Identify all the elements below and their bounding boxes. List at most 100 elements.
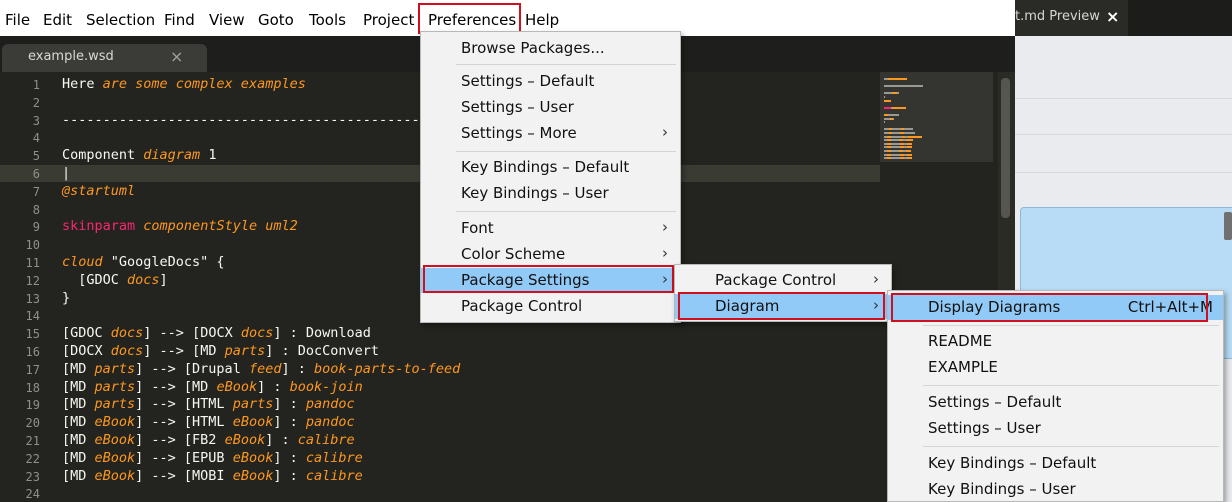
close-icon[interactable]: ×: [1106, 7, 1119, 26]
code-token: calibre: [297, 432, 355, 448]
code-token: parts: [232, 396, 274, 413]
minimap-line: [907, 153, 912, 156]
tab-example-wsd[interactable]: example.wsd ×: [2, 44, 207, 72]
menu-tools[interactable]: Tools: [309, 11, 346, 29]
line-number: 14: [25, 309, 40, 324]
code-line: Here are some complex examples: [62, 76, 306, 92]
close-icon[interactable]: ×: [170, 47, 183, 66]
preview-divider: [1015, 134, 1232, 135]
minimap-line: [892, 106, 906, 109]
code-token: [MD: [62, 396, 95, 413]
code-token: ] --> [DOCX: [143, 325, 241, 342]
preview-divider: [1015, 98, 1232, 99]
menu-file[interactable]: File: [5, 11, 30, 29]
package-settings-highlight-box: [423, 265, 674, 293]
minimap-line: [884, 106, 891, 109]
line-number: 13: [25, 291, 40, 306]
menu-view[interactable]: View: [209, 11, 245, 29]
menu-item-package-control-sub[interactable]: Package Control ›: [675, 268, 891, 293]
code-token: ] :: [281, 360, 314, 377]
menu-selection[interactable]: Selection: [86, 11, 155, 29]
code-token: eBook: [232, 414, 274, 431]
code-token: feed: [248, 360, 282, 377]
line-number: 20: [25, 416, 40, 431]
minimap-line: [908, 135, 922, 138]
menu-separator: [456, 151, 676, 152]
menu-item-settings-default[interactable]: Settings – Default: [421, 69, 680, 94]
minimap-line: [888, 78, 907, 80]
menu-help[interactable]: Help: [525, 11, 559, 29]
code-token: eBook: [232, 449, 274, 466]
menu-find[interactable]: Find: [164, 11, 195, 29]
menu-item-diagram-key-bindings-user[interactable]: Key Bindings – User: [888, 477, 1223, 502]
menu-item-diagram-settings-default[interactable]: Settings – Default: [888, 390, 1223, 415]
code-token: ] --> [FB2: [135, 432, 225, 448]
line-number: 22: [25, 451, 40, 466]
menu-item-browse-packages[interactable]: Browse Packages...: [421, 36, 680, 61]
menu-separator: [923, 385, 1219, 386]
code-token: eBook: [94, 432, 136, 448]
menu-project[interactable]: Project: [363, 11, 414, 29]
code-line: [MD parts] --> [HTML parts] : pandoc: [62, 396, 355, 412]
minimap-line: [884, 92, 892, 95]
menu-item-diagram-key-bindings-default[interactable]: Key Bindings – Default: [888, 451, 1223, 476]
line-number: 15: [25, 327, 40, 342]
code-line: Component diagram 1: [62, 147, 216, 163]
chevron-right-icon: ›: [662, 218, 668, 236]
line-number: 8: [32, 202, 40, 217]
code-line: |: [62, 165, 70, 181]
code-token: pandoc: [305, 414, 355, 431]
preview-scroll-handle[interactable]: [1224, 212, 1232, 240]
code-token: [GDOC: [62, 325, 111, 342]
code-token: ] :: [273, 396, 306, 413]
line-number: 11: [25, 256, 40, 270]
code-token: ] --> [MD: [143, 343, 225, 359]
menu-edit[interactable]: Edit: [43, 11, 72, 29]
code-token: eBook: [94, 449, 136, 466]
code-line: [GDOC docs]: [62, 272, 167, 288]
code-token: [DOCX: [62, 343, 111, 359]
chevron-right-icon: ›: [873, 270, 879, 288]
menu-item-color-scheme[interactable]: Color Scheme ›: [421, 242, 680, 267]
minimap-line: [897, 92, 899, 95]
code-token: docs: [240, 325, 274, 342]
minimap-line: [884, 121, 885, 124]
menu-item-example[interactable]: EXAMPLE: [888, 355, 1223, 380]
code-token: componentStyle uml2: [143, 218, 298, 235]
minimap-line: [907, 157, 912, 160]
code-token: cloud: [62, 254, 103, 270]
code-token: ] --> [HTML: [135, 396, 233, 413]
diagram-highlight-box: [678, 292, 885, 320]
menu-item-settings-user[interactable]: Settings – User: [421, 95, 680, 120]
minimap-line: [907, 142, 912, 145]
menu-item-key-bindings-user[interactable]: Key Bindings – User: [421, 181, 680, 206]
menu-item-diagram-settings-user[interactable]: Settings – User: [888, 416, 1223, 441]
code-token: pandoc: [305, 396, 355, 413]
code-line: skinparam componentStyle uml2: [62, 218, 298, 234]
menu-item-settings-more[interactable]: Settings – More ›: [421, 121, 680, 146]
code-token: [MD: [62, 414, 95, 431]
minimap-line: [904, 132, 915, 134]
code-line: [DOCX docs] --> [MD parts] : DocConvert: [62, 343, 379, 359]
code-token: 1: [200, 147, 217, 164]
code-token: "GoogleDocs" {: [102, 254, 225, 270]
code-token: ] : Download: [273, 325, 371, 342]
line-number: 18: [25, 380, 40, 395]
scrollbar-thumb[interactable]: [1001, 78, 1010, 218]
preview-tab-bar: t.md Preview ×: [1015, 0, 1232, 36]
menu-item-package-control[interactable]: Package Control: [421, 294, 680, 319]
line-number: 24: [25, 487, 40, 502]
code-token: Component: [62, 147, 144, 164]
tab-preview[interactable]: t.md Preview ×: [1015, 0, 1128, 36]
menu-item-readme[interactable]: README: [888, 329, 1223, 354]
menu-goto[interactable]: Goto: [258, 11, 294, 29]
menu-item-font[interactable]: Font ›: [421, 216, 680, 241]
minimap-line: [891, 157, 900, 160]
tab-label: example.wsd: [28, 49, 114, 64]
code-token: parts: [224, 343, 266, 359]
minimap-line: [892, 132, 900, 134]
code-token: calibre: [305, 449, 363, 466]
menu-separator: [456, 64, 676, 65]
menu-item-key-bindings-default[interactable]: Key Bindings – Default: [421, 155, 680, 180]
code-token: ] : DocConvert: [265, 343, 380, 359]
